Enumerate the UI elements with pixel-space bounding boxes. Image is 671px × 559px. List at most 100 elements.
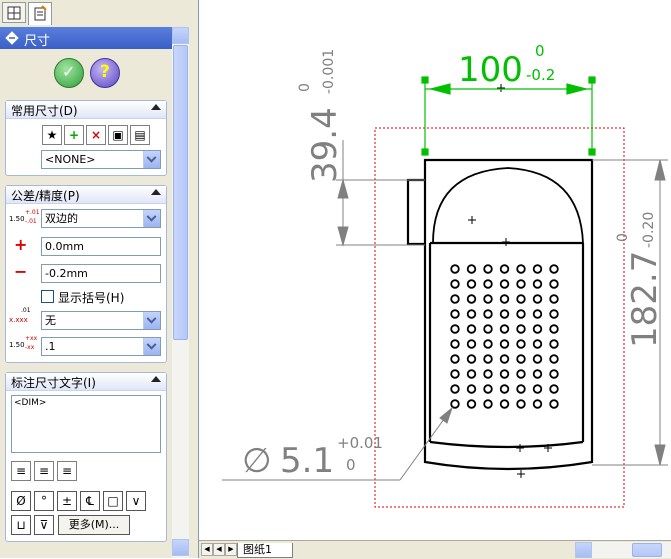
dim-100-lower: -0.2	[526, 66, 555, 84]
hole	[549, 279, 559, 289]
ok-button[interactable]: ✓	[54, 58, 84, 88]
hole	[450, 369, 460, 379]
tab-property-manager[interactable]	[28, 2, 52, 25]
hole-pattern	[450, 264, 559, 409]
hole	[483, 279, 493, 289]
dim-182-7-lower: -0.20	[641, 212, 657, 248]
property-manager-icon	[34, 5, 47, 21]
dim-5-1-text[interactable]: 5.1	[280, 441, 334, 481]
hole	[516, 324, 526, 334]
hole	[499, 309, 510, 319]
dim-style-apply-icon[interactable]: ★	[42, 125, 62, 145]
hole	[549, 324, 559, 334]
collapse-icon[interactable]	[151, 189, 161, 195]
first-sheet-icon[interactable]: ◀	[201, 543, 213, 556]
hole	[516, 384, 526, 394]
hole	[483, 309, 493, 319]
centerline-symbol-button[interactable]: ℄	[80, 491, 100, 511]
hole	[499, 399, 510, 409]
dim-39-4-lower: -0.001	[321, 49, 337, 94]
property-manager-panel: 尺寸 ✓ ? 常用尺寸(D) ★ + × ▣ ▤ <NONE> 公差/精度(P)	[0, 0, 199, 558]
dim-style-add-icon[interactable]: +	[64, 125, 84, 145]
hole	[516, 294, 526, 304]
lower-tolerance-input[interactable]: -0.2mm	[41, 264, 161, 283]
hole	[549, 399, 559, 409]
drawing-canvas[interactable]: 100 0 -0.2 39.4 0 -0.001 182.7 0 -0.20 ∅…	[199, 0, 671, 540]
common-dims-group: 常用尺寸(D) ★ + × ▣ ▤ <NONE>	[5, 100, 167, 176]
tolerance-precision-select[interactable]: 无	[41, 311, 161, 330]
help-button[interactable]: ?	[90, 58, 120, 88]
hole	[549, 339, 559, 349]
panel-scrollbar[interactable]	[172, 27, 189, 558]
hole	[450, 399, 460, 409]
dim-style-save-icon[interactable]: ▣	[108, 125, 128, 145]
plus-minus-symbol-button[interactable]: ±	[57, 491, 77, 511]
hole	[466, 324, 477, 334]
align-right-icon[interactable]: ≡	[57, 461, 77, 481]
collapse-icon[interactable]	[151, 376, 161, 382]
dim-39-4-lines	[336, 140, 425, 247]
primary-precision-select[interactable]: .1	[41, 337, 161, 356]
drawing-svg: 100 0 -0.2 39.4 0 -0.001 182.7 0 -0.20 ∅…	[222, 42, 668, 508]
dim-text-area[interactable]: <DIM>	[11, 395, 161, 453]
degree-symbol-button[interactable]: °	[34, 491, 54, 511]
chevron-down-icon[interactable]	[143, 151, 160, 168]
hole	[516, 279, 526, 289]
hscroll-left-icon[interactable]	[575, 542, 592, 558]
square-symbol-button[interactable]: □	[103, 491, 123, 511]
align-center-icon[interactable]: ≡	[34, 461, 54, 481]
prev-sheet-icon[interactable]: ◀	[213, 543, 225, 556]
panel-tabs	[0, 0, 198, 25]
chevron-down-icon[interactable]	[143, 312, 160, 329]
dim-39-4-upper: 0	[297, 83, 313, 92]
dim-style-load-icon[interactable]: ▤	[130, 125, 150, 145]
hole	[466, 294, 477, 304]
hole	[450, 354, 460, 364]
hole	[532, 264, 543, 274]
dim-182-7-upper: 0	[615, 233, 631, 242]
chevron-down-icon[interactable]	[143, 210, 160, 227]
scroll-down-icon[interactable]	[172, 539, 189, 556]
hole	[450, 309, 460, 319]
collapse-icon[interactable]	[151, 104, 161, 110]
tolerance-header[interactable]: 公差/精度(P)	[6, 186, 166, 204]
tolerance-type-select[interactable]: 双边的	[41, 209, 161, 228]
scroll-up-icon[interactable]	[172, 27, 189, 44]
hscroll-thumb[interactable]	[632, 543, 662, 557]
tab-feature-tree[interactable]	[2, 2, 26, 23]
hole	[483, 369, 493, 379]
hole	[499, 279, 510, 289]
common-dims-select[interactable]: <NONE>	[41, 150, 161, 169]
hole	[466, 264, 477, 274]
depth-symbol-button[interactable]: ⊽	[34, 515, 54, 535]
hole	[516, 369, 526, 379]
chevron-down-icon[interactable]	[143, 338, 160, 355]
hole	[532, 354, 543, 364]
upper-tolerance-input[interactable]: 0.0mm	[41, 237, 161, 256]
hole	[549, 369, 559, 379]
scroll-thumb[interactable]	[173, 45, 188, 340]
align-left-icon[interactable]: ≡	[11, 461, 31, 481]
hole	[466, 339, 477, 349]
dim-182-7-text[interactable]: 182.7	[625, 251, 665, 348]
hole	[499, 324, 510, 334]
ok-help-row: ✓ ?	[0, 52, 172, 96]
hole	[499, 264, 510, 274]
dim-style-delete-icon[interactable]: ×	[86, 125, 106, 145]
common-dims-header[interactable]: 常用尺寸(D)	[6, 101, 166, 119]
dim-100-text[interactable]: 100	[458, 50, 523, 90]
counterbore-symbol-button[interactable]: ⊔	[11, 515, 31, 535]
next-sheet-icon[interactable]: ▶	[225, 543, 237, 556]
more-symbols-button[interactable]: 更多(M)...	[58, 515, 130, 535]
dim-39-4-text[interactable]: 39.4	[305, 107, 345, 183]
countersink-symbol-button[interactable]: ∨	[126, 491, 146, 511]
hole	[450, 324, 460, 334]
hole	[450, 294, 460, 304]
sheet-tab[interactable]: 图纸1	[237, 543, 293, 558]
hole	[532, 324, 543, 334]
hole	[466, 354, 477, 364]
plus-icon: +	[14, 235, 28, 254]
show-parentheses-checkbox[interactable]	[41, 290, 54, 303]
dim-text-header[interactable]: 标注尺寸文字(I)	[6, 373, 166, 391]
diameter-symbol-button[interactable]: Ø	[11, 491, 31, 511]
